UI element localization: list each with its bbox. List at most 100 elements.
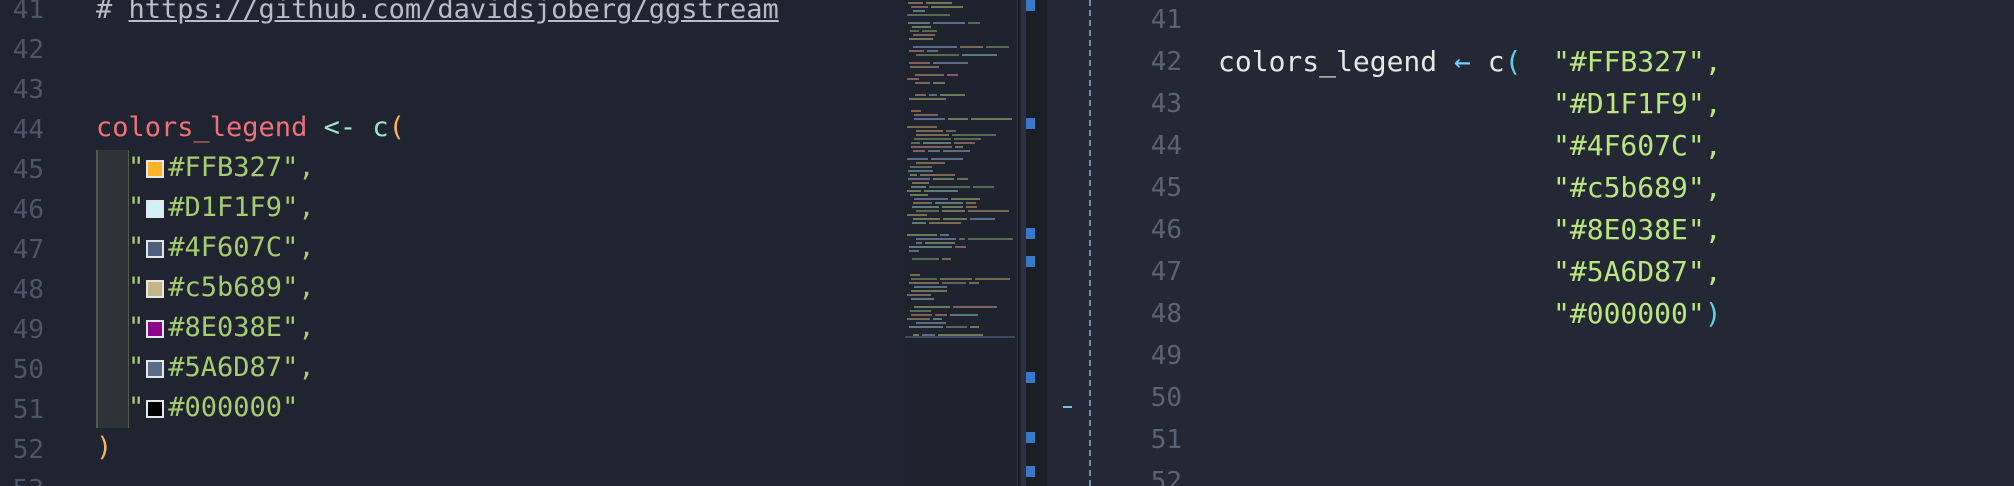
minimap-line bbox=[971, 118, 1012, 120]
color-swatch-icon[interactable] bbox=[146, 160, 165, 178]
line-number: 41 bbox=[12, 0, 44, 25]
minimap-line bbox=[970, 218, 995, 220]
code-line-color-string[interactable]: "#c5b689", bbox=[128, 268, 315, 308]
code-line-comment[interactable]: # https://github.com/davidsjoberg/ggstre… bbox=[96, 0, 779, 30]
code-line-color-string[interactable]: "#D1F1F9", bbox=[1553, 84, 1722, 124]
minimap-viewport-indicator[interactable] bbox=[905, 336, 1015, 338]
color-swatch-icon[interactable] bbox=[146, 320, 165, 338]
minimap-line bbox=[925, 242, 955, 244]
minimap-line bbox=[914, 286, 947, 288]
line-number: 47 bbox=[12, 235, 44, 265]
code-line-color-string[interactable]: "#5A6D87", bbox=[1553, 252, 1722, 292]
color-swatch-icon[interactable] bbox=[146, 360, 165, 378]
code-line-color-string[interactable]: "#8E038E", bbox=[128, 308, 315, 348]
open-paren: ( bbox=[1504, 45, 1522, 78]
minimap-line bbox=[910, 274, 920, 276]
code-line-color-string[interactable]: "#000000") bbox=[1553, 294, 1722, 334]
minimap-line bbox=[935, 314, 947, 316]
minimap-line bbox=[909, 246, 952, 248]
line-number: 53 bbox=[0, 470, 44, 486]
minimap-line bbox=[907, 294, 931, 296]
minimap-line bbox=[910, 30, 919, 32]
line-number: 49 bbox=[12, 315, 44, 345]
scroll-marker bbox=[1026, 466, 1035, 477]
code-line-color-string[interactable]: "#D1F1F9", bbox=[128, 188, 315, 228]
comment-url-link[interactable]: https://github.com/davidsjoberg/ggstream bbox=[129, 0, 779, 25]
right-editor-pane[interactable]: 41 42 43 44 45 46 47 48 49 50 51 52 colors_legend ←… bbox=[1047, 0, 2014, 486]
minimap-line bbox=[946, 130, 956, 132]
minimap-line bbox=[913, 218, 940, 220]
minimap-line bbox=[940, 234, 949, 236]
line-number: 42 bbox=[1150, 47, 1182, 77]
assign-operator: <- bbox=[307, 112, 373, 143]
variable-name: colors_legend bbox=[1218, 45, 1438, 78]
minimap-line bbox=[928, 150, 940, 152]
string-quote: " bbox=[128, 192, 145, 223]
minimap-line bbox=[909, 98, 946, 100]
variable-name: colors_legend bbox=[96, 112, 308, 143]
minimap-line bbox=[909, 62, 930, 64]
minimap-line bbox=[911, 6, 928, 8]
string-suffix: " bbox=[282, 392, 299, 423]
code-line-color-string[interactable]: "#FFB327", bbox=[128, 148, 315, 188]
color-swatch-icon[interactable] bbox=[146, 400, 165, 418]
code-line-color-string[interactable]: "#FFB327", bbox=[1553, 42, 1722, 82]
minimap-line bbox=[907, 78, 919, 80]
minimap-line bbox=[909, 50, 924, 52]
function-name: c bbox=[1487, 45, 1505, 78]
minimap-line bbox=[942, 282, 966, 284]
minimap-line bbox=[947, 74, 958, 76]
color-code: #D1F1F9 bbox=[168, 192, 283, 223]
line-number: 48 bbox=[1150, 299, 1182, 329]
minimap-line bbox=[907, 190, 921, 192]
minimap-line bbox=[910, 310, 931, 312]
minimap-line bbox=[913, 34, 935, 36]
code-line-color-string[interactable]: "#c5b689", bbox=[1553, 168, 1722, 208]
code-line-assignment[interactable]: colors_legend ← c( bbox=[1218, 42, 1521, 82]
minimap-line bbox=[916, 210, 939, 212]
code-line-color-string[interactable]: "#4F607C", bbox=[1553, 126, 1722, 166]
minimap-line bbox=[923, 142, 951, 144]
scroll-marker bbox=[1026, 432, 1035, 443]
line-number: 47 bbox=[1150, 257, 1182, 287]
minimap-line bbox=[926, 2, 952, 4]
minimap-line bbox=[912, 222, 926, 224]
minimap-line bbox=[911, 146, 952, 148]
minimap[interactable] bbox=[905, 0, 1017, 486]
scrollbar-thumb[interactable] bbox=[1021, 0, 1026, 486]
minimap-line bbox=[914, 114, 938, 116]
minimap-line bbox=[966, 202, 976, 204]
color-swatch-icon[interactable] bbox=[146, 280, 165, 298]
code-line-close[interactable]: ) bbox=[96, 428, 112, 468]
string-quote: " bbox=[128, 232, 145, 263]
code-line-color-string[interactable]: " #000000" bbox=[128, 388, 298, 428]
code-line-color-string[interactable]: "#5A6D87", bbox=[128, 348, 315, 388]
left-editor-pane[interactable]: 41 42 43 44 45 46 47 48 49 50 51 52 53 # https://git… bbox=[0, 0, 905, 486]
minimap-line bbox=[915, 94, 926, 96]
change-marker bbox=[1063, 406, 1072, 408]
code-line-assignment[interactable]: colors_legend <- c( bbox=[96, 108, 405, 148]
color-swatch-icon[interactable] bbox=[146, 200, 165, 218]
code-line-color-string[interactable]: "#4F607C", bbox=[128, 228, 315, 268]
scroll-marker bbox=[1026, 0, 1035, 11]
color-code: #5A6D87 bbox=[168, 352, 283, 383]
minimap-line bbox=[916, 162, 945, 164]
line-number: 52 bbox=[12, 435, 44, 465]
line-number: 48 bbox=[12, 275, 44, 305]
line-number: 46 bbox=[12, 195, 44, 225]
minimap-line bbox=[929, 94, 937, 96]
scroll-marker bbox=[1026, 228, 1035, 239]
color-swatch-icon[interactable] bbox=[146, 240, 165, 258]
minimap-line bbox=[955, 146, 963, 148]
line-number: 51 bbox=[12, 395, 44, 425]
scrollbar[interactable] bbox=[1017, 0, 1048, 486]
close-paren: ) bbox=[1704, 297, 1722, 330]
color-code: #8E038E bbox=[168, 312, 283, 343]
minimap-line bbox=[933, 178, 954, 180]
comment-hash: # bbox=[96, 0, 129, 25]
color-code: #000000 bbox=[168, 392, 283, 423]
code-line-color-string[interactable]: "#8E038E", bbox=[1553, 210, 1722, 250]
minimap-line bbox=[940, 94, 965, 96]
line-number: 46 bbox=[1150, 215, 1182, 245]
minimap-line bbox=[929, 222, 961, 224]
